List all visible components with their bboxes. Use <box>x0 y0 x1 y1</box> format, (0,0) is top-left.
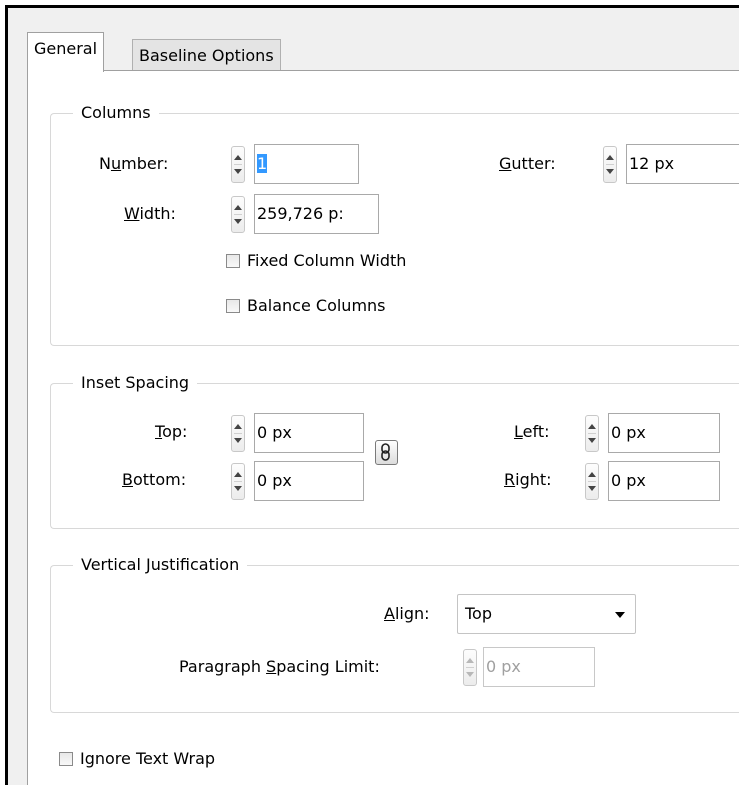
gutter-input[interactable]: 12 px <box>626 144 739 184</box>
number-input[interactable]: 1 <box>254 144 359 184</box>
ignore-text-wrap-checkbox[interactable] <box>59 752 73 766</box>
vertical-justification-group: Vertical Justification Align: Top Paragr… <box>50 554 739 713</box>
right-input[interactable]: 0 px <box>608 461 720 501</box>
ignore-text-wrap-label: Ignore Text Wrap <box>80 749 216 768</box>
top-spinner-icon[interactable] <box>231 415 245 452</box>
right-label: Right: <box>504 470 552 489</box>
chevron-down-icon <box>615 612 625 618</box>
top-input[interactable]: 0 px <box>254 413 364 453</box>
vertical-justification-group-title: Vertical Justification <box>73 554 248 576</box>
gutter-spinner-icon[interactable] <box>603 146 617 183</box>
fixed-column-width-label: Fixed Column Width <box>247 251 407 270</box>
tab-baseline-options[interactable]: Baseline Options <box>132 39 281 72</box>
width-input[interactable]: 259,726 p: <box>254 194 379 234</box>
top-label: Top: <box>155 422 188 441</box>
tab-general[interactable]: General <box>27 32 105 72</box>
number-label: Number: <box>99 154 169 173</box>
left-label: Left: <box>514 422 550 441</box>
paragraph-spacing-spinner-icon <box>463 649 477 686</box>
balance-columns-label: Balance Columns <box>247 296 386 315</box>
bottom-spinner-icon[interactable] <box>231 463 245 500</box>
inset-spacing-group-title: Inset Spacing <box>73 372 198 394</box>
bottom-label: Bottom: <box>122 470 187 489</box>
paragraph-spacing-limit-label: Paragraph Spacing Limit: <box>179 657 380 676</box>
left-input[interactable]: 0 px <box>608 413 720 453</box>
inset-spacing-group: Inset Spacing Top: 0 px Bottom: 0 px Lef… <box>50 372 739 529</box>
chain-link-icon[interactable] <box>375 440 398 465</box>
paragraph-spacing-limit-input: 0 px <box>483 647 595 687</box>
fixed-column-width-checkbox[interactable] <box>226 254 240 268</box>
left-spinner-icon[interactable] <box>585 415 599 452</box>
dialog-frame: General Baseline Options Columns Number:… <box>5 5 739 785</box>
general-tab-panel: Columns Number: 1 Gutter: 12 px Width: 2… <box>27 70 739 785</box>
number-spinner-icon[interactable] <box>231 146 245 183</box>
width-label: Width: <box>124 204 176 223</box>
gutter-label: Gutter: <box>499 154 556 173</box>
width-spinner-icon[interactable] <box>231 196 245 233</box>
bottom-input[interactable]: 0 px <box>254 461 364 501</box>
right-spinner-icon[interactable] <box>585 463 599 500</box>
columns-group: Columns Number: 1 Gutter: 12 px Width: 2… <box>50 102 739 346</box>
align-dropdown[interactable]: Top <box>457 594 636 634</box>
columns-group-title: Columns <box>73 102 159 124</box>
align-label: Align: <box>384 604 430 623</box>
balance-columns-checkbox[interactable] <box>226 299 240 313</box>
